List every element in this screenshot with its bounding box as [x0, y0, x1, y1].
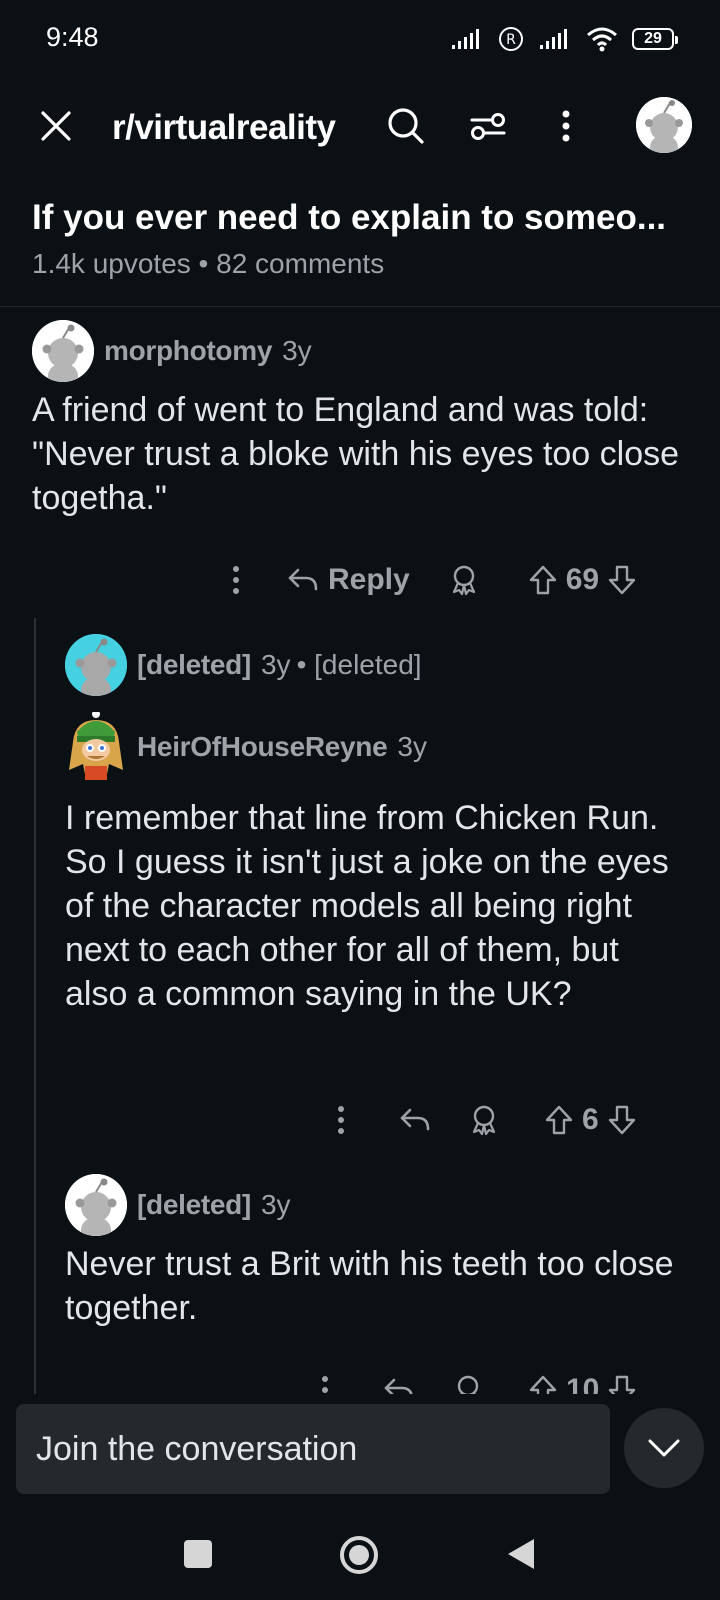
- comment-4-actions-clip: 10: [300, 1366, 680, 1394]
- comment-age: 3y: [260, 1189, 291, 1220]
- more-icon: [562, 110, 570, 142]
- award-button[interactable]: [468, 1104, 500, 1136]
- more-icon: [233, 566, 239, 594]
- comment-author: [deleted]: [137, 1189, 251, 1220]
- reply-label: Reply: [328, 563, 410, 596]
- vote-control: 6: [544, 1103, 637, 1137]
- search-button[interactable]: [380, 88, 432, 164]
- downvote-icon[interactable]: [607, 1374, 637, 1394]
- search-icon: [388, 108, 424, 144]
- comment-4-actions: 10: [310, 1366, 637, 1394]
- reply-button[interactable]: [398, 1105, 432, 1135]
- reply-button[interactable]: [382, 1375, 416, 1394]
- award-icon: [457, 1375, 479, 1394]
- svg-text:R: R: [506, 32, 516, 48]
- downvote-icon[interactable]: [607, 564, 637, 596]
- system-nav-bar: [0, 1518, 720, 1600]
- post-title[interactable]: If you ever need to explain to someo...: [32, 198, 692, 238]
- avatar: [65, 1174, 127, 1236]
- avatar: [65, 634, 127, 696]
- vote-control: 69: [528, 563, 637, 597]
- overflow-menu-button[interactable]: [546, 88, 586, 164]
- chevron-down-icon: [648, 1439, 680, 1457]
- user-avatar[interactable]: [636, 97, 692, 153]
- vote-count: 69: [565, 563, 600, 596]
- comment-1[interactable]: morphotomy 3y A friend of went to Englan…: [32, 320, 682, 520]
- filter-button[interactable]: [462, 88, 514, 164]
- snoo-avatar-icon: [32, 320, 94, 382]
- scroll-down-button[interactable]: [624, 1408, 704, 1488]
- more-options-button[interactable]: [216, 565, 256, 595]
- battery-level: 29: [644, 30, 662, 47]
- vote-count: 10: [566, 1373, 600, 1394]
- comment-author[interactable]: morphotomy: [104, 335, 272, 367]
- snoo-avatar-icon: [65, 1174, 127, 1236]
- snoo-avatar-icon: [636, 97, 692, 153]
- app-bar: r/virtualreality: [0, 88, 720, 164]
- comment-body: Never trust a Brit with his teeth too cl…: [65, 1245, 674, 1327]
- signal-icon: [452, 29, 479, 49]
- roaming-icon: R: [499, 27, 523, 51]
- more-icon: [338, 1106, 344, 1134]
- comment-body: I remember that line from Chicken Run. S…: [65, 799, 669, 1013]
- reply-icon: [288, 568, 318, 591]
- comment-3-actions: 6: [326, 1096, 637, 1144]
- status-time: 9:48: [46, 22, 99, 52]
- downvote-icon[interactable]: [607, 1104, 637, 1136]
- comment-status: • [deleted]: [296, 649, 422, 680]
- comment-author[interactable]: HeirOfHouseReyne: [137, 731, 388, 763]
- upvote-icon[interactable]: [544, 1104, 574, 1136]
- reply-icon: [384, 1378, 413, 1394]
- more-icon: [322, 1376, 328, 1393]
- close-button[interactable]: [30, 88, 82, 164]
- more-options-button[interactable]: [310, 1375, 340, 1394]
- upvote-icon[interactable]: [528, 1374, 558, 1394]
- award-icon: [452, 565, 475, 596]
- award-button[interactable]: [452, 1374, 484, 1394]
- composer-placeholder: Join the conversation: [36, 1430, 358, 1468]
- comment-body: A friend of went to England and was told…: [32, 391, 680, 517]
- close-icon: [41, 111, 71, 141]
- vote-control: 10: [528, 1373, 637, 1394]
- home-icon[interactable]: [338, 1534, 380, 1576]
- subreddit-name[interactable]: r/virtualreality: [112, 108, 336, 148]
- thread-line[interactable]: [34, 618, 36, 1394]
- comment-4[interactable]: [deleted] 3y Never trust a Brit with his…: [65, 1174, 685, 1330]
- post-header[interactable]: If you ever need to explain to someo... …: [32, 198, 692, 280]
- snoo-avatar-icon: [65, 634, 127, 696]
- award-icon: [472, 1105, 496, 1136]
- battery-indicator: 29: [632, 28, 678, 50]
- status-bar: 9:48 R 29: [0, 0, 720, 78]
- comment-age: 3y: [260, 649, 291, 680]
- comment-age: 3y: [282, 335, 312, 366]
- vote-count: 6: [582, 1103, 599, 1136]
- comment-2[interactable]: [deleted] 3y • [deleted]: [65, 634, 685, 696]
- comment-3[interactable]: HeirOfHouseReyne 3y I remember that line…: [65, 712, 685, 1016]
- divider: [0, 306, 720, 307]
- upvote-icon[interactable]: [528, 564, 558, 596]
- avatar[interactable]: [65, 712, 127, 782]
- post-meta: 1.4k upvotes • 82 comments: [32, 248, 385, 279]
- status-icons: R 29: [450, 22, 678, 56]
- filter-icon: [470, 113, 506, 140]
- comment-1-actions: Reply 69: [216, 554, 637, 606]
- comment-author: [deleted]: [137, 649, 251, 680]
- wifi-icon: [587, 27, 617, 52]
- award-button[interactable]: [448, 564, 480, 596]
- avatar[interactable]: [32, 320, 94, 382]
- character-avatar-icon: [69, 712, 123, 780]
- reply-button[interactable]: Reply: [286, 563, 410, 597]
- comment-age: 3y: [397, 731, 427, 762]
- recents-icon[interactable]: [182, 1538, 214, 1570]
- reply-icon: [400, 1108, 430, 1131]
- signal-icon-2: [540, 29, 567, 49]
- join-conversation-input[interactable]: Join the conversation: [16, 1404, 610, 1494]
- more-options-button[interactable]: [326, 1105, 356, 1135]
- back-icon[interactable]: [504, 1536, 538, 1572]
